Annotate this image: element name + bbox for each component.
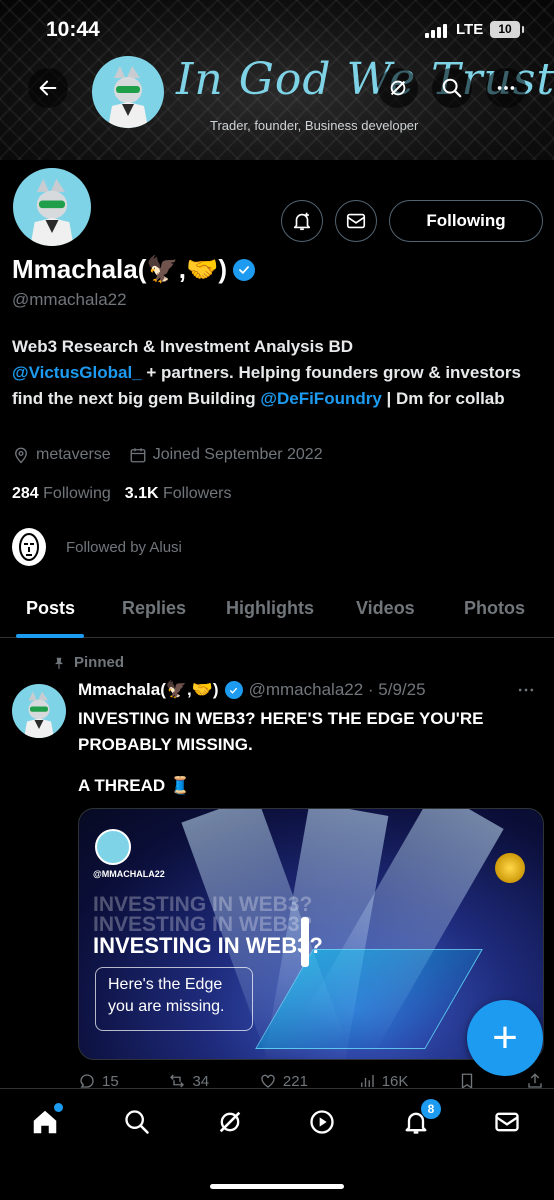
coin-icon <box>495 853 525 883</box>
profile-name-text: Mmachala(🦅,🤝) <box>12 254 228 284</box>
search-button[interactable] <box>432 68 472 108</box>
compose-post-button[interactable]: + <box>467 1000 543 1076</box>
reply-count: 15 <box>102 1072 119 1090</box>
location-text: metaverse <box>36 446 111 463</box>
nav-messages[interactable] <box>490 1105 524 1139</box>
status-time: 10:44 <box>46 18 100 41</box>
home-indicator <box>210 1184 344 1189</box>
more-options-button[interactable] <box>486 68 526 108</box>
search-icon <box>442 78 462 98</box>
post-author-avatar[interactable] <box>12 684 66 738</box>
nav-home[interactable] <box>28 1103 63 1139</box>
post-text-thread: A THREAD 🧵 <box>78 776 192 795</box>
active-tab-indicator <box>16 634 84 638</box>
envelope-icon <box>495 1112 519 1132</box>
search-icon <box>125 1110 149 1134</box>
grok-button[interactable] <box>378 68 418 108</box>
profile-bio: Web3 Research & Investment Analysis BD @… <box>12 334 542 412</box>
post-verified-badge-icon <box>224 681 243 699</box>
post-handle-date: @mmachala22 · 5/9/25 <box>248 680 426 699</box>
media-caption-line2: you are missing. <box>108 998 225 1015</box>
message-button[interactable] <box>335 200 377 242</box>
back-button[interactable] <box>28 68 68 108</box>
follow-counts: 284 Following 3.1K Followers <box>12 485 231 503</box>
like-count: 221 <box>282 1072 308 1090</box>
grok-icon <box>219 1111 241 1133</box>
joined-item: Joined September 2022 <box>129 446 323 464</box>
nav-search[interactable] <box>120 1105 154 1139</box>
nav-grok[interactable] <box>213 1105 247 1139</box>
arrow-left-icon <box>39 80 57 96</box>
post-text: INVESTING IN WEB3? HERE'S THE EDGE YOU'R… <box>78 709 484 754</box>
tab-photos[interactable]: Photos <box>464 598 525 619</box>
post-author-name[interactable]: Mmachala(🦅,🤝) <box>78 680 219 700</box>
plus-icon: + <box>492 1013 518 1062</box>
envelope-icon <box>346 213 366 229</box>
network-label: LTE <box>456 21 484 38</box>
joined-text: Joined September 2022 <box>152 446 323 463</box>
pin-icon <box>54 657 64 669</box>
nav-notifications[interactable]: 8 <box>399 1099 441 1139</box>
media-title: INVESTING IN WEB3? <box>93 933 323 958</box>
location-pin-icon <box>15 447 27 464</box>
avatar-image <box>13 168 91 246</box>
notifications-badge: 8 <box>421 1099 441 1119</box>
pinned-label: Pinned <box>52 654 124 671</box>
more-horizontal-icon <box>497 86 515 90</box>
bio-mention-defifoundry[interactable]: @DeFiFoundry <box>260 389 381 408</box>
media-avatar <box>95 829 131 865</box>
bio-text-1: Web3 Research & Investment Analysis BD <box>12 337 354 356</box>
following-button[interactable]: Following <box>389 200 543 242</box>
pinned-text: Pinned <box>74 654 125 671</box>
media-caption-line1: Here's the Edge <box>108 976 223 993</box>
followers-count-label: Followers <box>163 485 232 502</box>
bio-text-3: | Dm for collab <box>386 389 505 408</box>
following-count-label: Following <box>43 485 111 502</box>
signal-icon <box>425 24 447 38</box>
repost-count: 34 <box>192 1072 210 1090</box>
bio-mention-victusglobal[interactable]: @VictusGlobal_ <box>12 363 142 382</box>
grok-icon <box>390 80 406 96</box>
location-item: metaverse <box>12 446 111 464</box>
profile-name: Mmachala(🦅,🤝) <box>12 254 256 285</box>
following-count-link[interactable]: 284 Following <box>12 485 111 503</box>
followers-count-link[interactable]: 3.1K Followers <box>125 485 232 503</box>
tab-videos[interactable]: Videos <box>356 598 415 619</box>
tab-posts[interactable]: Posts <box>26 598 75 619</box>
post-more-icon[interactable] <box>516 680 536 705</box>
notifications-subscribe-button[interactable] <box>281 200 323 242</box>
home-new-dot <box>54 1103 63 1112</box>
tab-highlights[interactable]: Highlights <box>226 598 314 619</box>
tab-replies[interactable]: Replies <box>122 598 186 619</box>
media-handle: @MMACHALA22 <box>93 869 165 879</box>
banner-subtitle: Trader, founder, Business developer <box>210 118 419 133</box>
media-caption-box: Here's the Edge you are missing. <box>95 967 253 1031</box>
profile-tabs: Posts Replies Highlights Videos Photos <box>0 580 554 638</box>
profile-handle: @mmachala22 <box>12 290 127 309</box>
verified-badge-icon <box>233 258 256 281</box>
profile-avatar[interactable] <box>10 165 94 249</box>
followed-by-text: Followed by Alusi <box>66 538 182 556</box>
play-circle-icon <box>310 1110 334 1134</box>
following-count: 284 <box>12 485 39 502</box>
view-count: 16K <box>381 1072 409 1090</box>
nav-video[interactable] <box>305 1105 339 1139</box>
banner-avatar-image <box>92 56 164 128</box>
post-header: Mmachala(🦅,🤝) @mmachala22 · 5/9/25 <box>78 680 426 700</box>
profile-meta: metaverse Joined September 2022 <box>12 446 323 464</box>
followed-by[interactable]: Followed by Alusi <box>12 528 182 566</box>
status-bar: 10:44 LTE 10 <box>0 0 554 58</box>
follower-avatar <box>12 528 46 566</box>
followers-count: 3.1K <box>124 485 159 502</box>
bell-plus-icon <box>293 212 311 231</box>
battery-icon: 10 <box>490 21 524 38</box>
calendar-icon <box>130 448 146 463</box>
